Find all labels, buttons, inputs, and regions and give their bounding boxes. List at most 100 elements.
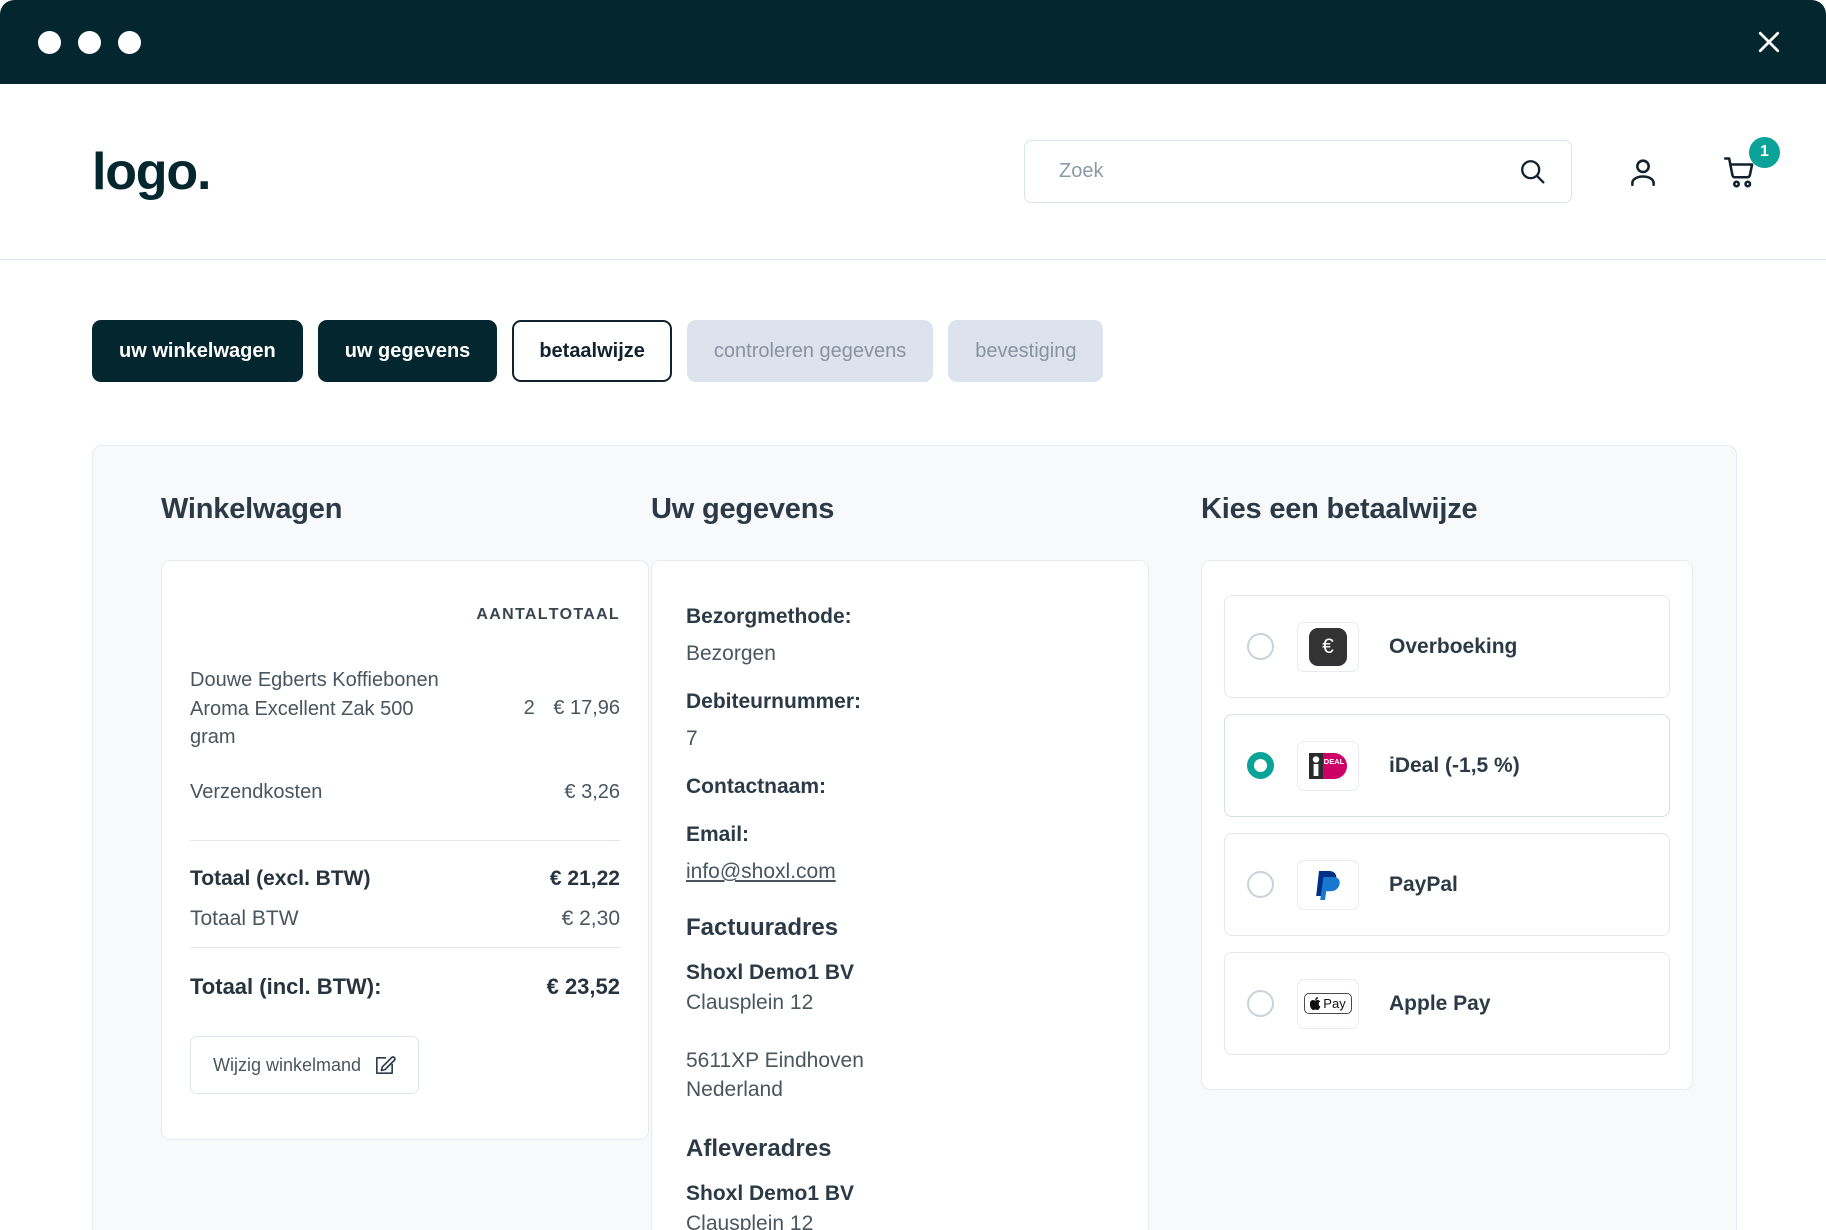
total-excl-btw-value: € 21,22: [549, 867, 620, 891]
payment-label-apple-pay: Apple Pay: [1389, 991, 1491, 1015]
close-icon: [1758, 31, 1780, 53]
billing-address-city: 5611XP Eindhoven: [686, 1048, 864, 1072]
edit-cart-label: Wijzig winkelmand: [213, 1054, 362, 1075]
browser-window: logo. Zoek 1 uw winkelwagen uw gegevens …: [0, 0, 1826, 1230]
cart-divider-1: [190, 840, 620, 842]
cart-table-header: AANTAL TOTAAL: [190, 606, 620, 666]
edit-pencil-icon: [376, 1056, 396, 1074]
field-label-contactnaam: Contactnaam:: [686, 775, 827, 798]
account-button[interactable]: [1614, 143, 1672, 201]
field-value-bezorgmethode: Bezorgen: [686, 642, 776, 665]
cart-table: AANTAL TOTAAL Douwe Egberts Koffiebonen …: [190, 606, 620, 832]
payment-column: Kies een betaalwijze € Overboeking DEAL …: [1149, 493, 1693, 1230]
payment-label-overboeking: Overboeking: [1389, 634, 1518, 658]
apple-pay-mark: Pay: [1304, 993, 1352, 1014]
payment-card: € Overboeking DEAL iDeal (-1,5 %) PayPal…: [1201, 560, 1693, 1090]
total-btw-label: Totaal BTW: [190, 907, 299, 931]
close-window-button[interactable]: [1746, 19, 1792, 65]
field-label-bezorgmethode: Bezorgmethode:: [686, 605, 852, 628]
payment-radio-ideal[interactable]: [1247, 752, 1274, 779]
payment-option-apple-pay[interactable]: Pay Apple Pay: [1224, 952, 1670, 1055]
billing-address-name: Shoxl Demo1 BV: [686, 961, 855, 984]
step-uw-gegevens[interactable]: uw gegevens: [317, 320, 498, 382]
cart-item-qty: 2: [523, 697, 535, 720]
euro-bank-transfer-icon: €: [1297, 621, 1359, 672]
cart-item-total: € 17,96: [553, 697, 620, 720]
traffic-light-buttons: [38, 30, 141, 54]
details-column: Uw gegevens Bezorgmethode: Bezorgen Debi…: [621, 493, 1149, 1230]
paypal-logo-svg: [1316, 870, 1340, 900]
cart-shipping-qty: [476, 778, 548, 833]
payment-title: Kies een betaalwijze: [1201, 493, 1478, 525]
payment-option-ideal[interactable]: DEAL iDeal (-1,5 %): [1224, 714, 1670, 817]
table-row: Verzendkosten € 3,26: [190, 778, 620, 833]
apple-icon: [1310, 997, 1321, 1010]
payment-radio-paypal[interactable]: [1247, 871, 1274, 898]
checkout-steps: uw winkelwagen uw gegevens betaalwijze c…: [0, 260, 1826, 382]
paypal-logo-icon: [1297, 859, 1359, 910]
header-actions: 1: [1024, 136, 1780, 203]
site-logo[interactable]: logo.: [92, 146, 211, 198]
payment-label-paypal: PayPal: [1389, 872, 1458, 896]
checkout-panel: Winkelwagen AANTAL TOTAAL Douwe Egberts …: [92, 445, 1737, 1230]
billing-address-gap: [686, 1018, 1114, 1046]
field-label-debiteurnummer: Debiteurnummer:: [686, 690, 862, 713]
details-card: Bezorgmethode: Bezorgen Debiteurnummer: …: [651, 560, 1149, 1230]
step-betaalwijze[interactable]: betaalwijze: [512, 320, 672, 382]
cart-col-qty: AANTAL: [476, 606, 549, 623]
cart-card: AANTAL TOTAAL Douwe Egberts Koffiebonen …: [161, 560, 649, 1141]
search-button[interactable]: [1508, 157, 1547, 186]
total-btw-value: € 2,30: [561, 907, 620, 931]
billing-address-country: Nederland: [686, 1078, 783, 1102]
ideal-logo-svg: DEAL: [1309, 752, 1347, 779]
grand-total-label: Totaal (incl. BTW):: [190, 974, 382, 1000]
step-controleren-gegevens[interactable]: controleren gegevens: [686, 320, 934, 382]
table-row: Douwe Egberts Koffiebonen Aroma Excellen…: [190, 666, 620, 778]
ideal-logo-icon: DEAL: [1297, 740, 1359, 791]
svg-text:DEAL: DEAL: [1324, 757, 1345, 766]
cart-count-badge: 1: [1749, 136, 1780, 168]
field-value-debiteurnummer: 7: [686, 727, 698, 750]
search-icon: [1521, 160, 1545, 184]
cart-col-total: TOTAAL: [548, 606, 620, 623]
cart-item-name: Douwe Egberts Koffiebonen Aroma Excellen…: [190, 669, 439, 749]
cart-column: Winkelwagen AANTAL TOTAAL Douwe Egberts …: [93, 493, 649, 1230]
total-excl-btw-label: Totaal (excl. BTW): [190, 867, 371, 891]
step-bevestiging[interactable]: bevestiging: [948, 320, 1104, 382]
billing-address-heading: Factuuradres: [686, 914, 839, 941]
window-dot-3[interactable]: [118, 30, 141, 54]
cart-title: Winkelwagen: [161, 493, 343, 525]
shipping-address-name: Shoxl Demo1 BV: [686, 1182, 855, 1206]
payment-option-overboeking[interactable]: € Overboeking: [1224, 595, 1670, 698]
euro-symbol: €: [1309, 627, 1347, 666]
cart-button[interactable]: 1: [1712, 136, 1780, 201]
cart-divider-2: [190, 947, 620, 949]
cart-shipping-total: € 3,26: [564, 780, 620, 803]
search-input[interactable]: [1059, 160, 1508, 183]
user-icon: [1631, 158, 1655, 186]
billing-address-street: Clausplein 12: [686, 990, 814, 1014]
shipping-address-heading: Afleveradres: [686, 1135, 832, 1163]
step-uw-winkelwagen[interactable]: uw winkelwagen: [92, 320, 303, 382]
window-dot-2[interactable]: [78, 30, 101, 54]
payment-option-paypal[interactable]: PayPal: [1224, 833, 1670, 936]
apple-pay-text: Pay: [1323, 996, 1346, 1011]
cart-shipping-name: Verzendkosten: [190, 780, 323, 803]
field-label-email: Email:: [686, 823, 750, 846]
edit-cart-button[interactable]: Wijzig winkelmand: [190, 1036, 420, 1095]
payment-radio-overboeking[interactable]: [1247, 633, 1274, 660]
payment-radio-apple-pay[interactable]: [1247, 990, 1274, 1017]
grand-total-value: € 23,52: [546, 974, 620, 1000]
shipping-address-street: Clausplein 12: [686, 1212, 814, 1230]
grand-total-row: Totaal (incl. BTW): € 23,52: [190, 974, 620, 1000]
cart-col-name: [190, 606, 476, 666]
search-bar[interactable]: [1024, 140, 1572, 203]
field-value-email[interactable]: info@shoxl.com: [686, 860, 1114, 884]
window-dot-1[interactable]: [38, 30, 61, 54]
details-title: Uw gegevens: [651, 493, 835, 525]
payment-label-ideal: iDeal (-1,5 %): [1389, 753, 1520, 777]
site-header: logo. Zoek 1: [0, 84, 1826, 260]
window-titlebar: [0, 0, 1826, 84]
apple-pay-logo-icon: Pay: [1297, 978, 1359, 1029]
total-excl-btw-row: Totaal (excl. BTW) € 21,22: [190, 867, 620, 891]
